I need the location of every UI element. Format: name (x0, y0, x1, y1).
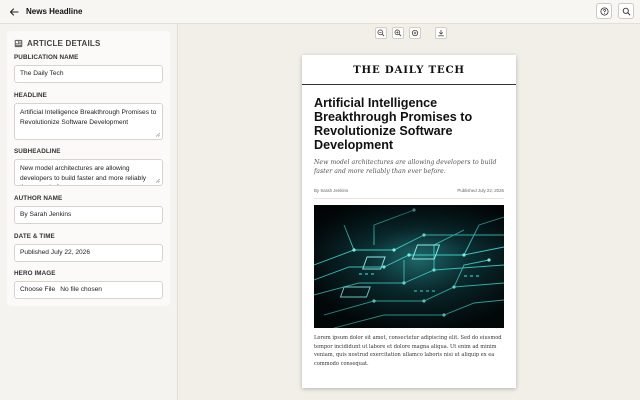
zoom-toolbar (375, 27, 447, 39)
help-button[interactable] (596, 3, 612, 19)
article-headline: Artificial Intelligence Breakthrough Pro… (314, 96, 473, 152)
subheadline-textarea-value: New model architectures are allowing dev… (20, 165, 147, 185)
headline-label: HEADLINE (14, 92, 47, 99)
help-circle-icon (599, 6, 609, 16)
zoom-in-button[interactable] (392, 27, 404, 39)
hero-image (314, 205, 504, 328)
top-bar: News Headline (0, 0, 640, 24)
author-label: AUTHOR NAME (14, 195, 63, 202)
publication-label: PUBLICATION NAME (14, 54, 79, 61)
publication-name-input[interactable]: The Daily Tech (14, 65, 163, 83)
fit-screen-icon (411, 29, 419, 37)
choose-file-button[interactable]: Choose File (20, 285, 55, 295)
resize-grip-icon[interactable] (155, 132, 160, 137)
search-button[interactable] (618, 3, 634, 19)
fit-screen-button[interactable] (409, 27, 421, 39)
app-title: News Headline (26, 7, 83, 16)
download-button[interactable] (435, 27, 447, 39)
article-details-icon (14, 39, 23, 48)
download-icon (438, 29, 444, 37)
article-preview: THE DAILY TECH Artificial Intelligence B… (302, 55, 516, 388)
headline-textarea-value: Artificial Intelligence Breakthrough Pro… (20, 109, 157, 126)
author-name-input[interactable]: By Sarah Jenkins (14, 206, 163, 224)
headline-textarea[interactable]: Artificial Intelligence Breakthrough Pro… (14, 103, 163, 140)
subheadline-label: SUBHEADLINE (14, 148, 61, 155)
back-button[interactable] (4, 2, 24, 22)
panel-title: ARTICLE DETAILS (27, 39, 101, 48)
date-label: DATE & TIME (14, 233, 55, 240)
zoom-in-icon (394, 29, 402, 37)
article-date: Published July 22, 2026 (457, 188, 504, 193)
circuit-board-image (314, 205, 504, 328)
article-details-panel: ARTICLE DETAILS PUBLICATION NAME The Dai… (7, 31, 170, 306)
masthead: THE DAILY TECH (302, 55, 516, 85)
zoom-out-icon (377, 29, 385, 37)
zoom-out-button[interactable] (375, 27, 387, 39)
file-status: No file chosen (60, 286, 102, 294)
article-body: Lorem ipsum dolor sit amet, consectetur … (314, 335, 502, 367)
masthead-title: THE DAILY TECH (353, 63, 465, 76)
byline-row: By Sarah Jenkins Published July 22, 2026 (314, 188, 504, 199)
resize-grip-icon[interactable] (155, 178, 160, 183)
hero-image-label: HERO IMAGE (14, 270, 56, 277)
article-subheadline: New model architectures are allowing dev… (314, 159, 497, 175)
search-icon (622, 7, 630, 15)
arrow-left-icon (9, 7, 19, 16)
date-time-input[interactable]: Published July 22, 2026 (14, 244, 163, 262)
hero-image-file-input[interactable]: Choose File No file chosen (14, 281, 163, 299)
subheadline-textarea[interactable]: New model architectures are allowing dev… (14, 159, 163, 186)
article-byline: By Sarah Jenkins (314, 188, 349, 193)
